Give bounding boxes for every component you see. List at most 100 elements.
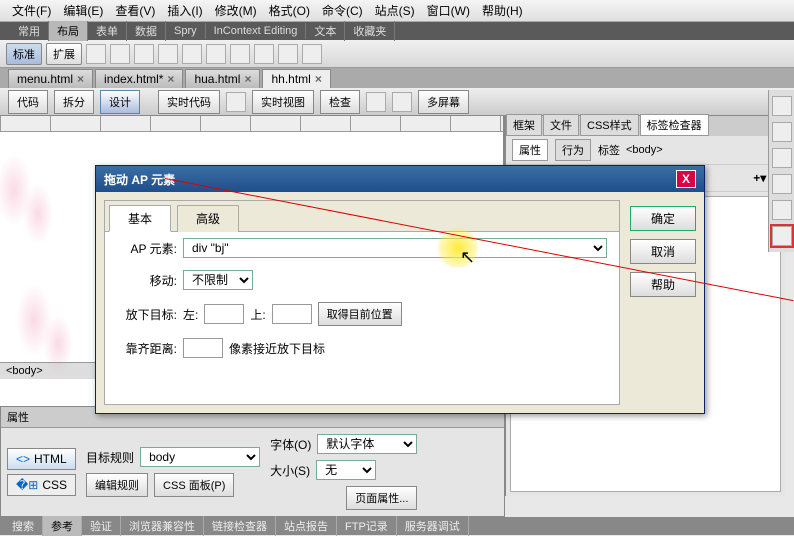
toolbar-icon[interactable] [392, 92, 412, 112]
panel-icon-4[interactable] [772, 174, 792, 194]
menu-view[interactable]: 查看(V) [109, 2, 161, 19]
tool-icon-1[interactable] [86, 44, 106, 64]
toolbar-icon[interactable] [226, 92, 246, 112]
doc-tab-menu[interactable]: menu.html× [8, 69, 93, 88]
footer-tab-link-checker[interactable]: 链接检查器 [204, 516, 276, 536]
tab-favorites[interactable]: 收藏夹 [345, 21, 395, 41]
tab-forms[interactable]: 表单 [88, 21, 127, 41]
menu-modify[interactable]: 修改(M) [209, 2, 263, 19]
cancel-button[interactable]: 取消 [630, 239, 696, 264]
font-select[interactable]: 默认字体 [317, 434, 417, 454]
doc-tab-hh[interactable]: hh.html× [262, 69, 330, 88]
get-position-button[interactable]: 取得目前位置 [318, 302, 402, 326]
dialog-titlebar[interactable]: 拖动 AP 元素 X [96, 166, 704, 192]
ok-button[interactable]: 确定 [630, 206, 696, 231]
snap-distance-label: 靠齐距离: [117, 340, 177, 357]
css-panel-button[interactable]: CSS 面板(P) [154, 473, 234, 497]
live-view-button[interactable]: 实时视图 [252, 90, 314, 114]
tool-icon-6[interactable] [206, 44, 226, 64]
properties-html-tab[interactable]: <>HTML [7, 448, 76, 470]
tool-icon-5[interactable] [182, 44, 202, 64]
tab-data[interactable]: 数据 [127, 21, 166, 41]
font-label: 字体(O) [270, 436, 311, 453]
tab-tag-inspector[interactable]: 标签检查器 [640, 114, 709, 136]
doc-tab-hua[interactable]: hua.html× [185, 69, 260, 88]
tool-icon-4[interactable] [158, 44, 178, 64]
menu-help[interactable]: 帮助(H) [476, 2, 529, 19]
close-icon[interactable]: × [315, 72, 322, 86]
menu-command[interactable]: 命令(C) [316, 2, 369, 19]
tag-label: 标签 [598, 142, 620, 158]
view-code[interactable]: 代码 [8, 90, 48, 114]
help-button[interactable]: 帮助 [630, 272, 696, 297]
tool-icon-3[interactable] [134, 44, 154, 64]
drop-top-input[interactable] [272, 304, 312, 324]
panel-icon-5[interactable] [772, 200, 792, 220]
menu-site[interactable]: 站点(S) [369, 2, 421, 19]
close-icon[interactable]: × [244, 72, 251, 86]
dialog-close-button[interactable]: X [676, 170, 696, 188]
live-code-button[interactable]: 实时代码 [158, 90, 220, 114]
menu-format[interactable]: 格式(O) [263, 2, 316, 19]
tab-frames[interactable]: 框架 [506, 114, 542, 136]
mode-standard[interactable]: 标准 [6, 43, 42, 65]
panel-icon-search[interactable] [772, 226, 792, 246]
tool-icon-2[interactable] [110, 44, 130, 64]
view-split[interactable]: 拆分 [54, 90, 94, 114]
tab-incontext[interactable]: InContext Editing [206, 23, 307, 39]
snap-distance-input[interactable] [183, 338, 223, 358]
menu-insert[interactable]: 插入(I) [161, 2, 208, 19]
tab-spry[interactable]: Spry [166, 23, 206, 39]
tab-css-styles[interactable]: CSS样式 [580, 114, 639, 136]
close-icon[interactable]: × [77, 72, 84, 86]
tab-files[interactable]: 文件 [543, 114, 579, 136]
tool-icon-8[interactable] [254, 44, 274, 64]
tool-icon-9[interactable] [278, 44, 298, 64]
close-icon[interactable]: × [167, 72, 174, 86]
dialog-buttons: 确定 取消 帮助 [630, 200, 696, 405]
toolbar-icon[interactable] [366, 92, 386, 112]
tool-icon-7[interactable] [230, 44, 250, 64]
mode-expanded[interactable]: 扩展 [46, 43, 82, 65]
footer-tab-server-debug[interactable]: 服务器调试 [397, 516, 469, 536]
subtab-behaviors[interactable]: 行为 [555, 139, 591, 161]
properties-css-tab[interactable]: �⊞CSS [7, 474, 76, 496]
add-behavior-button[interactable]: +▾ [753, 171, 766, 185]
subtab-attributes[interactable]: 属性 [512, 139, 548, 161]
drag-ap-element-dialog: 拖动 AP 元素 X 基本 高级 AP 元素: div "bj" 移动: 不限制… [95, 165, 705, 414]
size-label: 大小(S) [270, 462, 310, 479]
movement-select[interactable]: 不限制 [183, 270, 253, 290]
drop-left-input[interactable] [204, 304, 244, 324]
menu-window[interactable]: 窗口(W) [421, 2, 476, 19]
view-design[interactable]: 设计 [100, 90, 140, 114]
menu-file[interactable]: 文件(F) [6, 2, 57, 19]
footer-tab-validate[interactable]: 验证 [82, 516, 121, 536]
doc-tab-index[interactable]: index.html*× [95, 69, 183, 88]
tab-common[interactable]: 常用 [10, 21, 49, 41]
tool-icon-10[interactable] [302, 44, 322, 64]
footer-tab-reference[interactable]: 参考 [43, 516, 82, 536]
footer-tab-site-reports[interactable]: 站点报告 [276, 516, 337, 536]
tab-text[interactable]: 文本 [306, 21, 345, 41]
multiscreen-button[interactable]: 多屏幕 [418, 90, 469, 114]
edit-rule-button[interactable]: 编辑规则 [86, 473, 148, 497]
dialog-tab-advanced[interactable]: 高级 [177, 205, 239, 232]
footer-tab-search[interactable]: 搜索 [4, 516, 43, 536]
panel-icon-3[interactable] [772, 148, 792, 168]
footer-tab-browser-compat[interactable]: 浏览器兼容性 [121, 516, 204, 536]
panel-icon-2[interactable] [772, 122, 792, 142]
page-properties-button[interactable]: 页面属性... [346, 486, 417, 510]
ap-element-select[interactable]: div "bj" [183, 238, 607, 258]
dialog-form: 基本 高级 AP 元素: div "bj" 移动: 不限制 放下目标: 左: 上… [104, 200, 620, 405]
tab-layout[interactable]: 布局 [49, 21, 88, 41]
dialog-tab-basic[interactable]: 基本 [109, 205, 171, 232]
footer-tab-ftp-log[interactable]: FTP记录 [337, 516, 397, 536]
panel-icon-1[interactable] [772, 96, 792, 116]
inspect-button[interactable]: 检查 [320, 90, 360, 114]
size-select[interactable]: 无 [316, 460, 376, 480]
menu-edit[interactable]: 编辑(E) [57, 2, 109, 19]
movement-label: 移动: [117, 272, 177, 289]
bg-graphic [10, 272, 90, 392]
target-rule-select[interactable]: body [140, 447, 260, 467]
insert-toolbar: 标准 扩展 [0, 40, 794, 68]
